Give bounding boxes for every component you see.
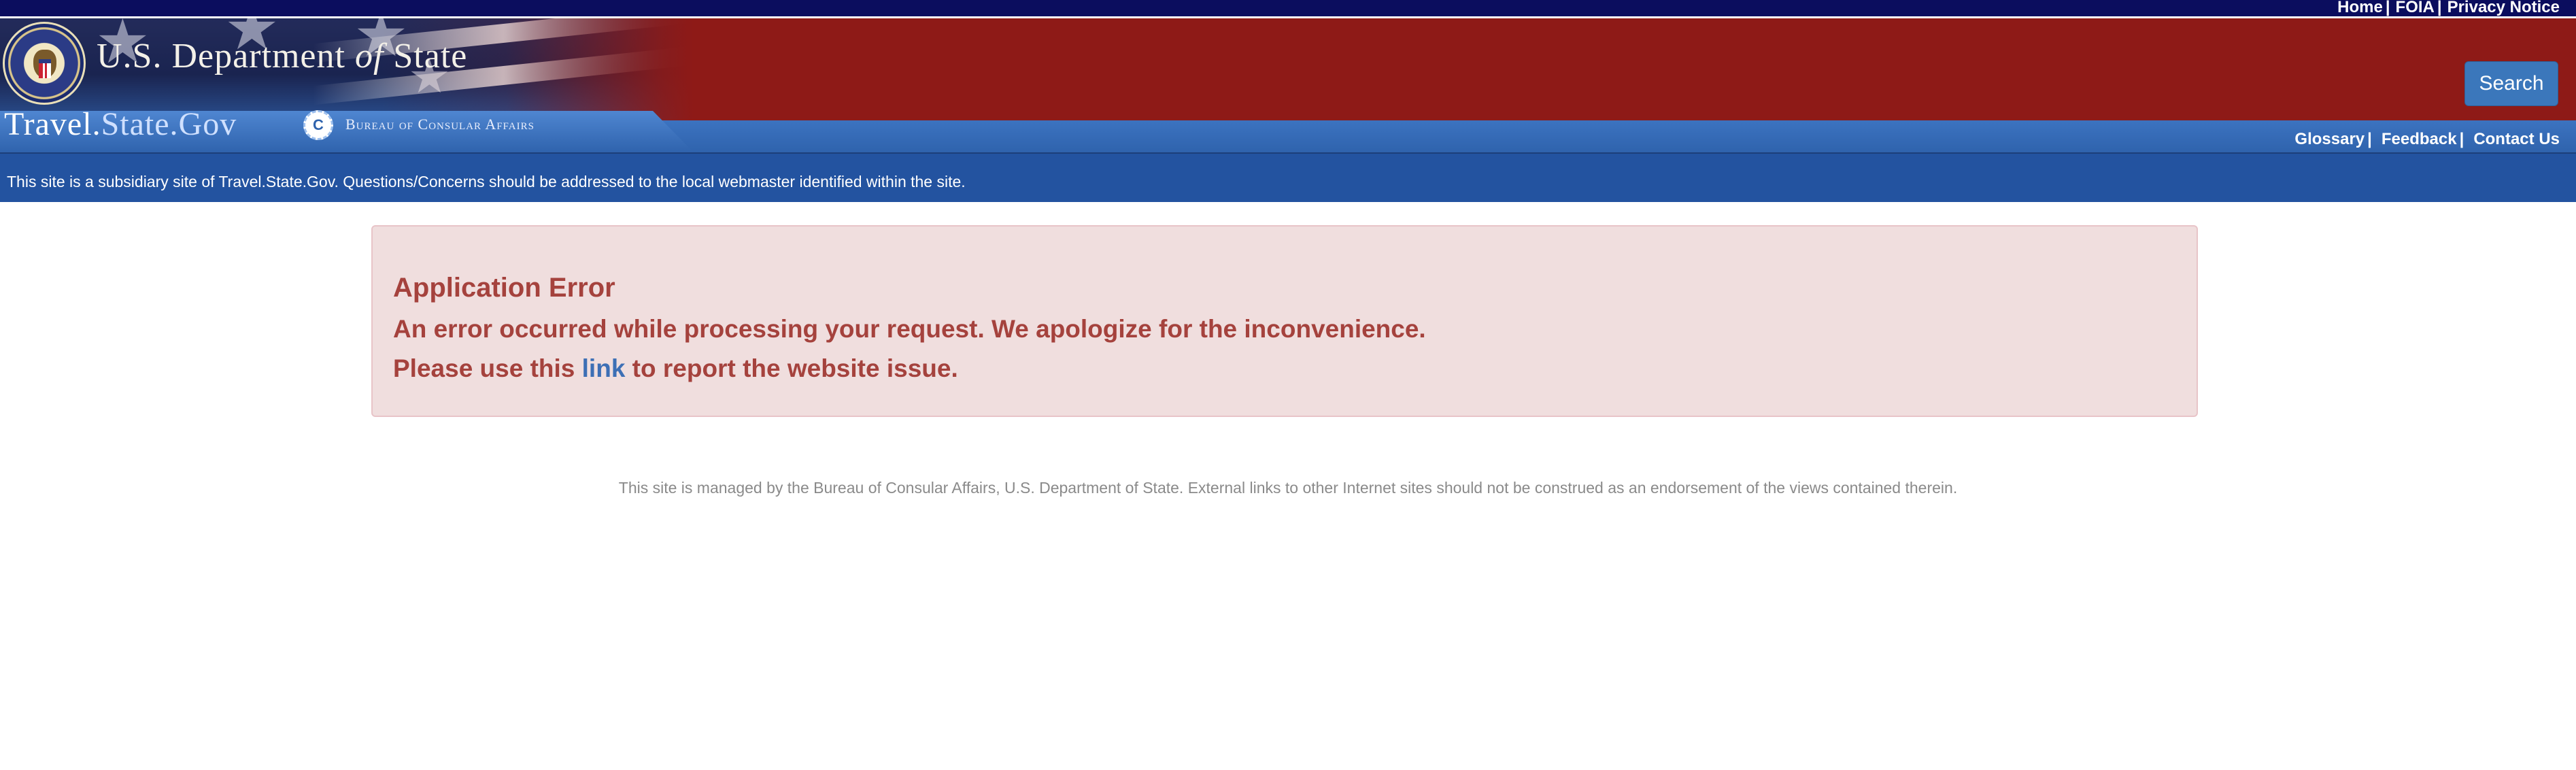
sub-nav-links: Glossary | Feedback | Contact Us (2294, 131, 2560, 148)
report-prefix: Please use this (393, 354, 582, 382)
privacy-notice-link[interactable]: Privacy Notice (2447, 0, 2560, 16)
department-title-pre: U.S. Department (97, 37, 345, 76)
nav-separator: | (2367, 130, 2372, 148)
error-message: An error occurred while processing your … (393, 315, 1426, 343)
nav-separator: | (2437, 0, 2442, 16)
nav-separator: | (2385, 0, 2390, 16)
search-button[interactable]: Search (2464, 61, 2558, 106)
top-utility-bar: Home | FOIA | Privacy Notice (0, 0, 2576, 18)
report-suffix: to report the website issue. (625, 354, 958, 382)
department-title-post: State (393, 37, 468, 76)
subsidiary-notice-text: This site is a subsidiary site of Travel… (7, 173, 966, 190)
subsidiary-notice-bar: This site is a subsidiary site of Travel… (0, 152, 2576, 202)
site-footer-disclaimer: This site is managed by the Bureau of Co… (618, 479, 1958, 497)
travel-site-name-light: State.Gov (101, 106, 237, 142)
home-link[interactable]: Home (2337, 0, 2383, 16)
travel-site-name-main: Travel. (4, 106, 101, 142)
contact-us-link[interactable]: Contact Us (2473, 131, 2560, 148)
nav-separator: | (2459, 130, 2464, 148)
site-banner: ★ ★ ★ ★ U.S. Department of State Search (0, 18, 2576, 120)
glossary-link[interactable]: Glossary (2294, 131, 2365, 148)
department-seal-logo[interactable] (3, 22, 86, 105)
bureau-name: Bureau of Consular Affairs (345, 116, 535, 133)
report-issue-link[interactable]: link (582, 354, 626, 382)
travel-state-gov-logo[interactable]: Travel.State.Gov (4, 106, 237, 143)
consular-affairs-icon: C (303, 110, 333, 140)
feedback-link[interactable]: Feedback (2382, 131, 2457, 148)
department-title[interactable]: U.S. Department of State (97, 36, 467, 76)
error-alert-panel: Application Error An error occurred whil… (371, 225, 2198, 417)
top-nav-links: Home | FOIA | Privacy Notice (2337, 0, 2560, 16)
shield-icon (39, 59, 51, 78)
foia-link[interactable]: FOIA (2396, 0, 2435, 16)
error-report-line: Please use this link to report the websi… (393, 354, 958, 383)
error-title: Application Error (393, 273, 615, 303)
department-title-of: of (354, 37, 384, 76)
